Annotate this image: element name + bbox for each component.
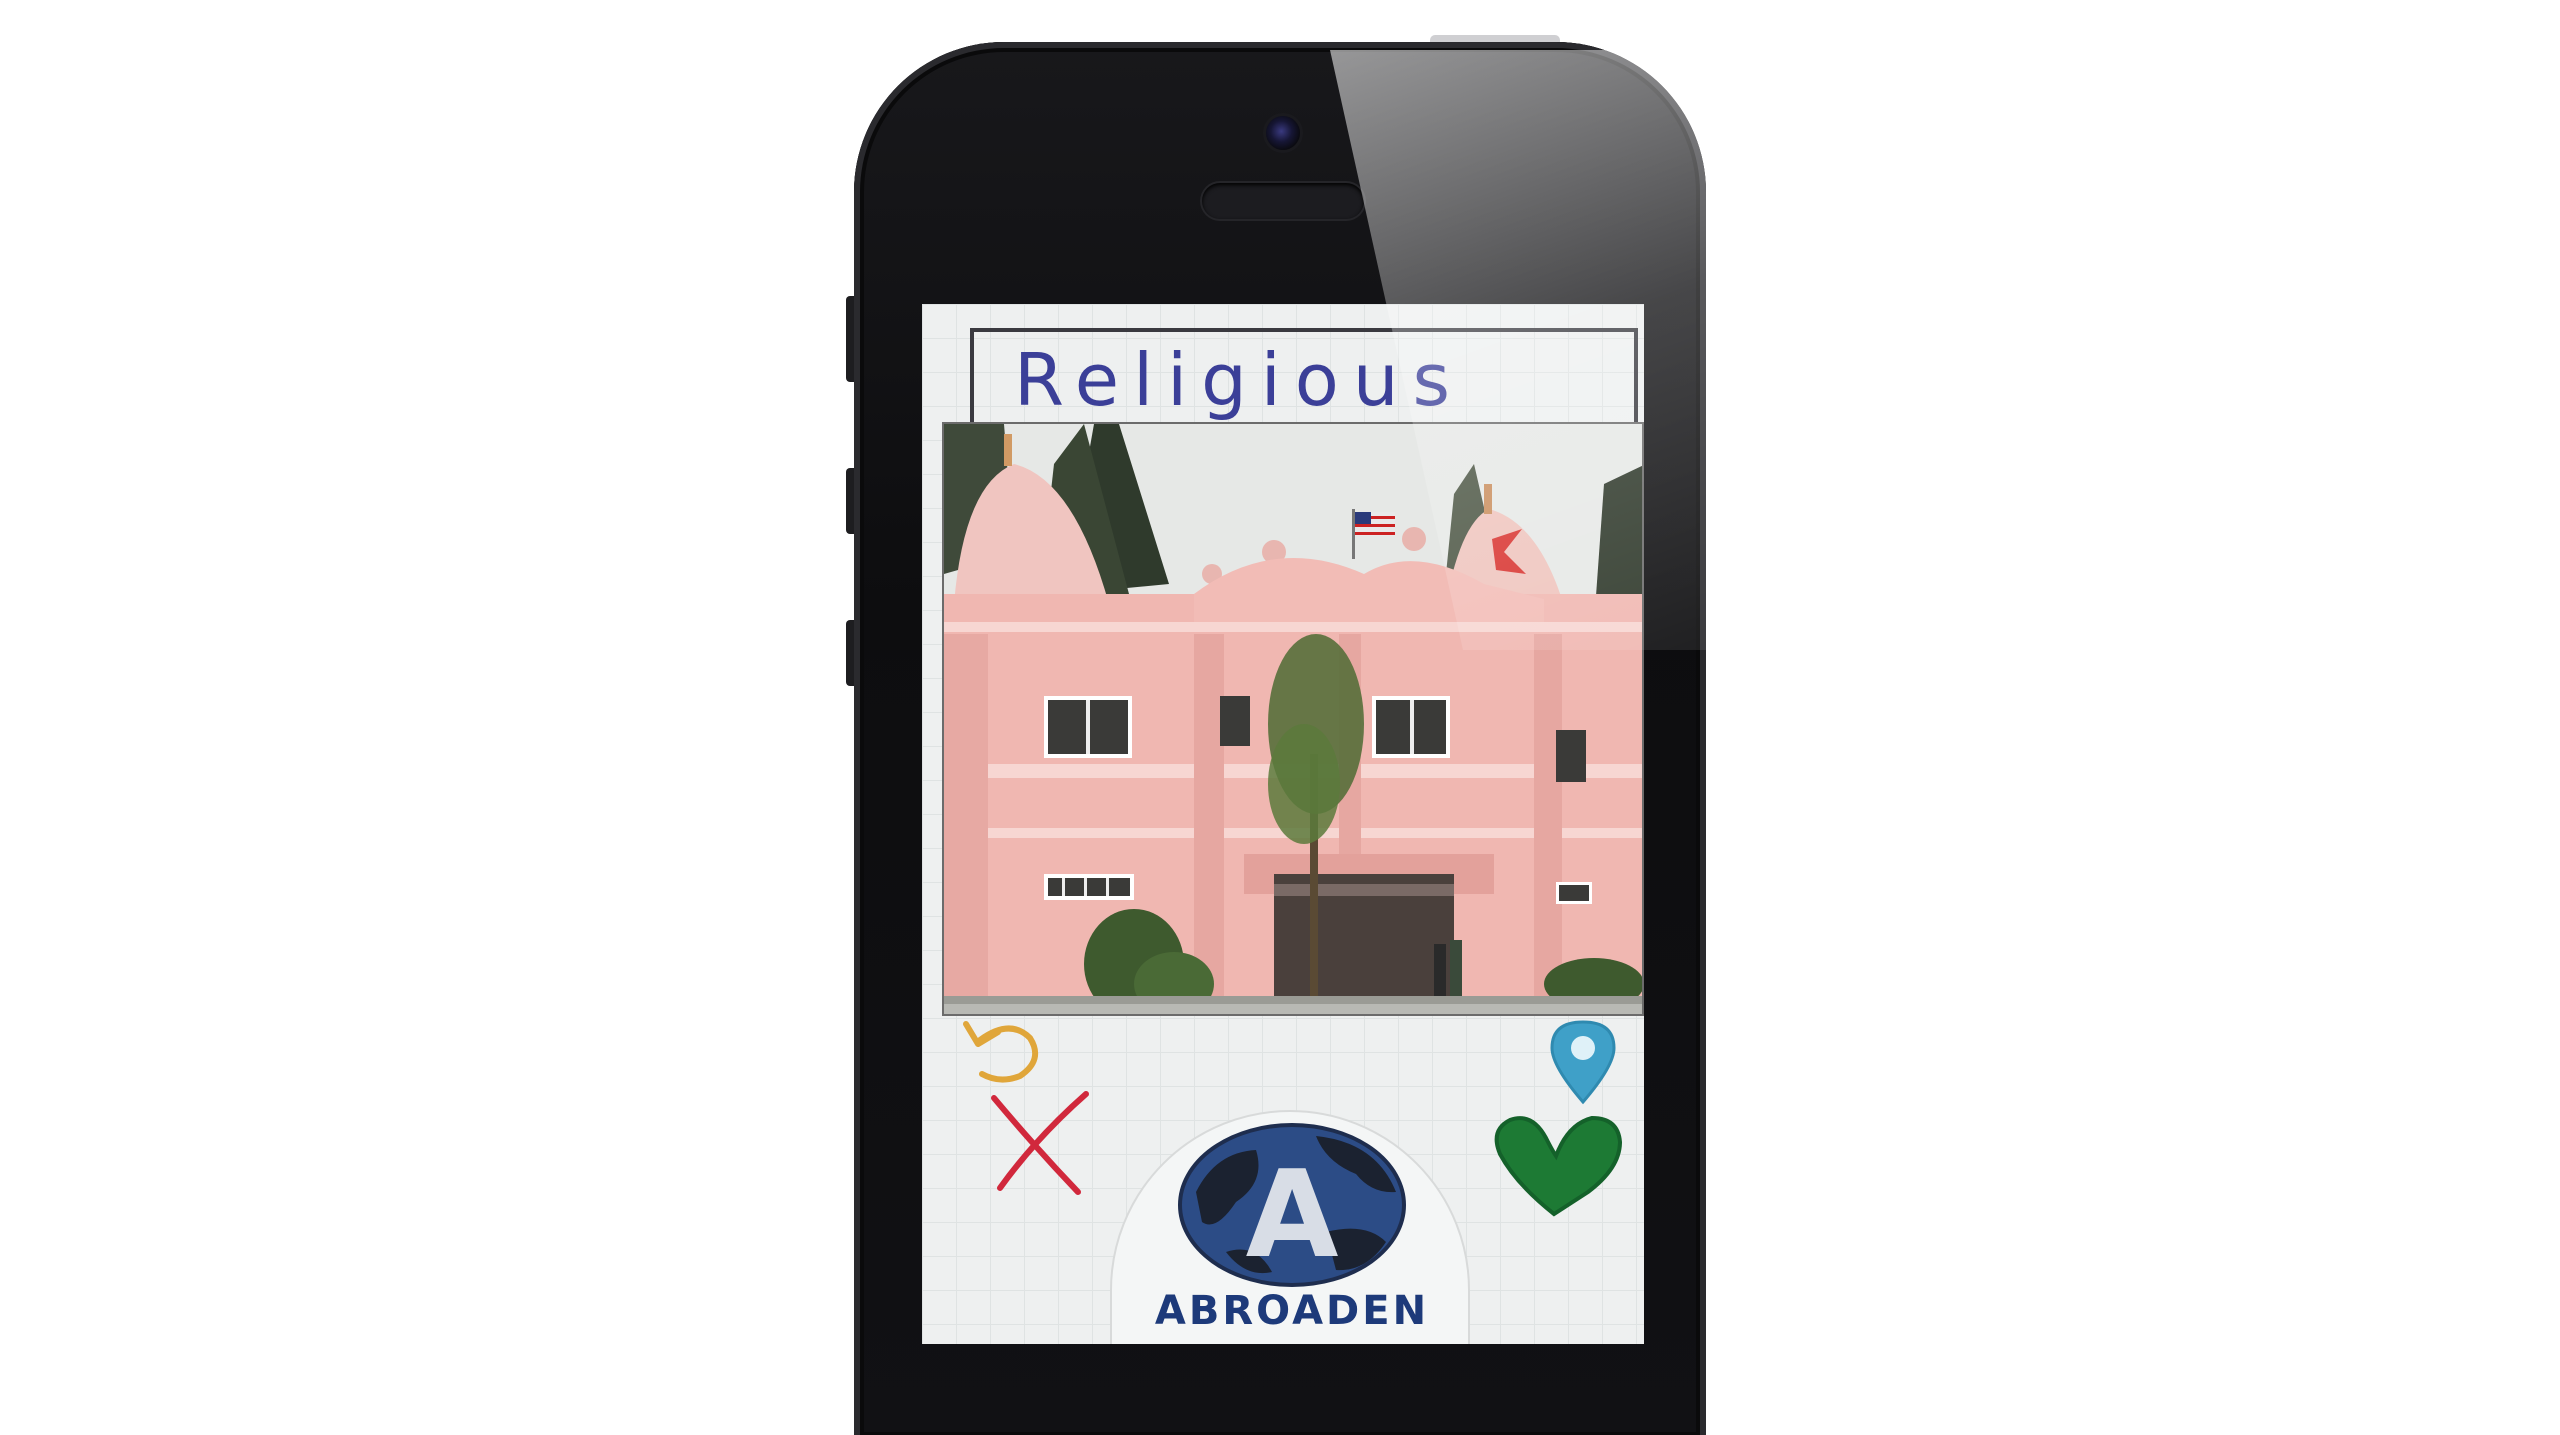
earpiece-speaker bbox=[1202, 183, 1364, 219]
category-title: Religious bbox=[1014, 338, 1464, 422]
map-pin-icon[interactable] bbox=[1544, 1016, 1622, 1106]
category-header: Religious bbox=[970, 328, 1638, 424]
heart-icon[interactable] bbox=[1488, 1110, 1628, 1220]
abroaden-logo[interactable]: A ABROADEN bbox=[1110, 1110, 1470, 1344]
logo-letter: A bbox=[1246, 1146, 1339, 1285]
temple-photo[interactable] bbox=[942, 422, 1644, 1016]
logo-wordmark: ABROADEN bbox=[1154, 1288, 1430, 1334]
undo-arrow-icon[interactable] bbox=[960, 1014, 1046, 1086]
stage: Religious A ABROADEN bbox=[0, 0, 2560, 1435]
front-camera bbox=[1266, 116, 1300, 150]
globe-logo-icon: A bbox=[1178, 1123, 1406, 1287]
app-screen: Religious A ABROADEN bbox=[922, 304, 1644, 1344]
x-mark-icon[interactable] bbox=[986, 1088, 1096, 1198]
